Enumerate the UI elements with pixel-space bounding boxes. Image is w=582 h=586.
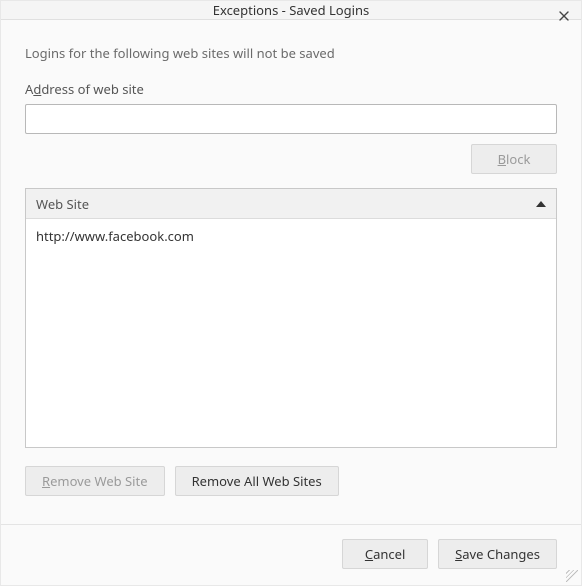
remove-site-button[interactable]: Remove Web Site bbox=[25, 466, 165, 496]
description-text: Logins for the following web sites will … bbox=[25, 44, 557, 62]
titlebar: Exceptions - Saved Logins bbox=[1, 1, 581, 20]
sort-ascending-icon bbox=[536, 201, 546, 207]
block-row: Block bbox=[25, 144, 557, 174]
dialog-content: Logins for the following web sites will … bbox=[1, 20, 581, 524]
resize-grip-icon[interactable] bbox=[566, 570, 578, 582]
close-button[interactable] bbox=[553, 5, 575, 27]
remove-button-row: Remove Web Site Remove All Web Sites bbox=[25, 466, 557, 496]
table-body: http://www.facebook.com bbox=[26, 219, 556, 447]
address-input[interactable] bbox=[25, 104, 557, 134]
table-header-label: Web Site bbox=[36, 195, 89, 213]
remove-all-button[interactable]: Remove All Web Sites bbox=[175, 466, 339, 496]
table-header-website[interactable]: Web Site bbox=[26, 189, 556, 219]
cancel-button[interactable]: Cancel bbox=[342, 539, 428, 569]
close-icon bbox=[559, 7, 569, 26]
exceptions-dialog: Exceptions - Saved Logins Logins for the… bbox=[0, 0, 582, 586]
dialog-footer: Cancel Save Changes bbox=[1, 524, 581, 585]
save-changes-button[interactable]: Save Changes bbox=[438, 539, 557, 569]
table-row[interactable]: http://www.facebook.com bbox=[26, 219, 556, 253]
window-title: Exceptions - Saved Logins bbox=[213, 1, 370, 19]
address-label: Address of web site bbox=[25, 80, 557, 98]
sites-table: Web Site http://www.facebook.com bbox=[25, 188, 557, 448]
block-button[interactable]: Block bbox=[471, 144, 557, 174]
